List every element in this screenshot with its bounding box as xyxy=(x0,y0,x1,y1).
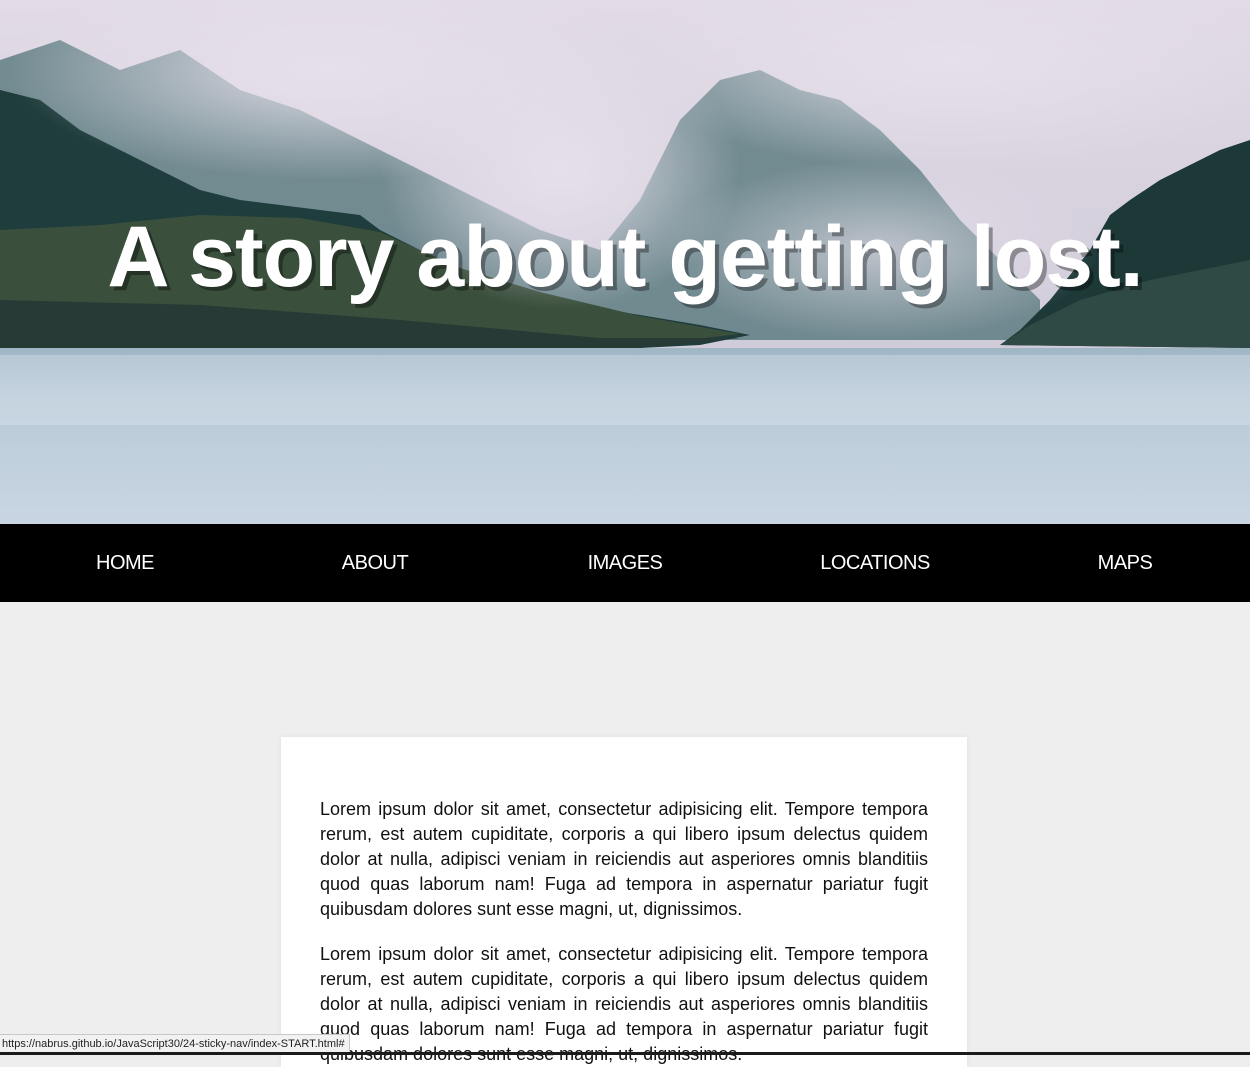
hero-title: A story about getting lost. xyxy=(107,209,1143,305)
nav-link-maps[interactable]: MAPS xyxy=(1098,552,1153,575)
article-content-card: Lorem ipsum dolor sit amet, consectetur … xyxy=(281,737,967,1067)
nav-list: HOME ABOUT IMAGES LOCATIONS MAPS xyxy=(0,524,1250,602)
nav-item-maps: MAPS xyxy=(1000,524,1250,602)
nav-item-images: IMAGES xyxy=(500,524,750,602)
nav-link-images[interactable]: IMAGES xyxy=(588,552,663,575)
article-paragraph: Lorem ipsum dolor sit amet, consectetur … xyxy=(320,799,928,919)
nav-item-about: ABOUT xyxy=(250,524,500,602)
article-paragraph: Lorem ipsum dolor sit amet, consectetur … xyxy=(320,944,928,1064)
top-navigation-bar: HOME ABOUT IMAGES LOCATIONS MAPS xyxy=(0,524,1250,602)
nav-item-home: HOME xyxy=(0,524,250,602)
nav-link-locations[interactable]: LOCATIONS xyxy=(820,552,930,575)
nav-link-about[interactable]: ABOUT xyxy=(342,552,409,575)
nav-link-home[interactable]: HOME xyxy=(96,552,155,575)
hero-header: A story about getting lost. xyxy=(0,0,1250,524)
nav-item-locations: LOCATIONS xyxy=(750,524,1000,602)
